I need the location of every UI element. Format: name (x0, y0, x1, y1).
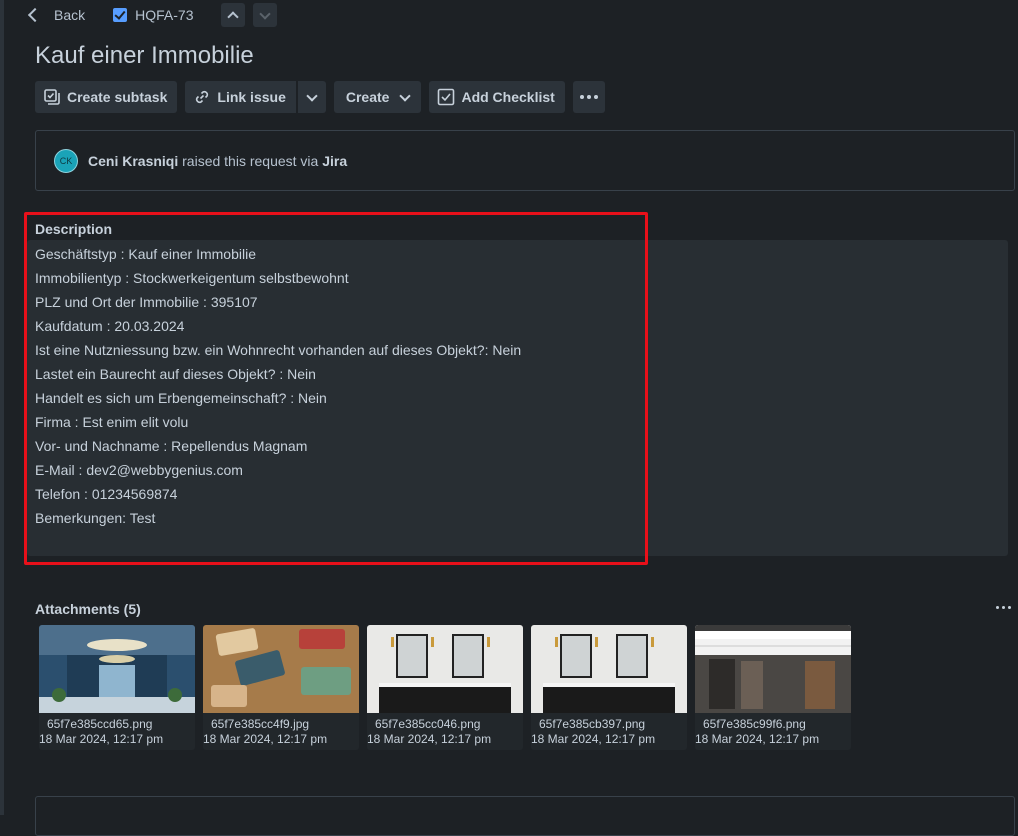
subtask-icon (44, 89, 60, 105)
description-line: Firma : Est enim elit volu (35, 414, 189, 430)
attachment-date: 18 Mar 2024, 12:17 pm (695, 732, 820, 746)
request-origin-phrase: raised this request via (182, 152, 319, 169)
more-dot (586, 95, 591, 99)
create-subtask-button[interactable]: Create subtask (35, 81, 178, 113)
create-label: Create (345, 89, 390, 105)
attachment-thumbnail (39, 625, 195, 713)
attachment-thumbnail (203, 625, 359, 713)
attachment-thumbnail (695, 625, 851, 713)
previous-issue-button[interactable] (221, 3, 246, 27)
more-dot (1008, 606, 1011, 609)
description-line: Lastet ein Baurecht auf dieses Objekt? :… (35, 366, 316, 382)
description-line: Immobilientyp : Stockwerkeigentum selbst… (35, 270, 349, 286)
chevron-up-icon (227, 10, 240, 23)
request-channel: Jira (322, 152, 348, 169)
top-bar: Back HQFA-73 (26, 2, 278, 28)
chevron-left-icon (27, 7, 43, 23)
link-issue-button[interactable]: Link issue (185, 81, 296, 113)
activity-panel (35, 796, 1015, 836)
attachment-card[interactable]: 65f7e385c99f6.png 18 Mar 2024, 12:17 pm (695, 625, 851, 750)
attachments-heading: Attachments (5) (35, 601, 141, 617)
chevron-down-icon (306, 89, 318, 102)
description-line: PLZ und Ort der Immobilie : 395107 (35, 294, 258, 310)
add-checklist-label: Add Checklist (461, 89, 555, 105)
attachment-card[interactable]: 65f7e385ccd65.png 18 Mar 2024, 12:17 pm (39, 625, 195, 750)
page-title: Kauf einer Immobilie (35, 42, 254, 69)
attachment-thumbnail (367, 625, 523, 713)
attachments-list: 65f7e385ccd65.png 18 Mar 2024, 12:17 pm … (39, 625, 851, 750)
reporter-name[interactable]: Ceni Krasniqi (88, 153, 178, 169)
create-button[interactable]: Create (333, 81, 422, 113)
next-issue-button[interactable] (253, 3, 278, 27)
more-actions-button[interactable] (572, 81, 605, 113)
attachment-filename: 65f7e385cc046.png (375, 717, 481, 731)
request-origin-text: Ceni Krasniqi raised this request via Ji… (88, 153, 347, 169)
attachment-date: 18 Mar 2024, 12:17 pm (531, 732, 656, 746)
request-origin-panel: CK Ceni Krasniqi raised this request via… (35, 130, 1015, 191)
add-checklist-button[interactable]: Add Checklist (429, 81, 565, 113)
description-line: Ist eine Nutzniessung bzw. ein Wohnrecht… (35, 342, 522, 358)
attachment-date: 18 Mar 2024, 12:17 pm (39, 732, 164, 746)
link-issue-dropdown[interactable] (297, 81, 326, 113)
more-dots-icon (996, 606, 999, 609)
description-line: Bemerkungen: Test (35, 510, 156, 526)
link-icon (196, 90, 209, 104)
task-type-icon (113, 8, 128, 22)
issue-key-link[interactable]: HQFA-73 (113, 7, 193, 23)
chevron-down-icon (259, 7, 272, 20)
create-subtask-label: Create subtask (67, 89, 168, 105)
issue-navigation (221, 3, 278, 27)
description-line: Telefon : 01234569874 (35, 486, 178, 502)
description-line: Kaufdatum : 20.03.2024 (35, 318, 185, 334)
description-line: Geschäftstyp : Kauf einer Immobilie (35, 246, 256, 262)
attachment-thumbnail (531, 625, 687, 713)
link-issue-split: Link issue (185, 81, 326, 113)
more-dots-icon (579, 95, 584, 99)
description-line: Handelt es sich um Erbengemeinschaft? : … (35, 390, 327, 406)
attachment-filename: 65f7e385cb397.png (539, 717, 646, 731)
description-line: E-Mail : dev2@webbygenius.com (35, 462, 243, 478)
issue-key-label: HQFA-73 (135, 7, 194, 23)
description-heading: Description (35, 221, 113, 237)
attachment-card[interactable]: 65f7e385cb397.png 18 Mar 2024, 12:17 pm (531, 625, 687, 750)
back-button[interactable]: Back (26, 7, 85, 23)
chevron-down-icon (399, 89, 412, 102)
attachment-card[interactable]: 65f7e385cc4f9.jpg 18 Mar 2024, 12:17 pm (203, 625, 359, 750)
back-label: Back (54, 7, 86, 23)
checklist-icon (438, 88, 455, 106)
more-dot (1002, 606, 1005, 609)
left-border (0, 0, 4, 815)
attachment-filename: 65f7e385c99f6.png (703, 717, 806, 731)
link-issue-label: Link issue (217, 89, 286, 105)
attachment-date: 18 Mar 2024, 12:17 pm (203, 732, 328, 746)
attachment-filename: 65f7e385ccd65.png (47, 717, 153, 731)
attachment-date: 18 Mar 2024, 12:17 pm (367, 732, 492, 746)
more-dot (593, 95, 598, 99)
attachment-filename: 65f7e385cc4f9.jpg (211, 717, 310, 731)
description-content: Geschäftstyp : Kauf einer Immobilie Immo… (35, 244, 521, 532)
attachments-more-button[interactable] (996, 606, 1011, 609)
action-toolbar: Create subtask Link issue Create Add Che… (35, 81, 605, 113)
avatar[interactable]: CK (54, 148, 78, 173)
description-line: Vor- und Nachname : Repellendus Magnam (35, 438, 308, 454)
attachment-card[interactable]: 65f7e385cc046.png 18 Mar 2024, 12:17 pm (367, 625, 523, 750)
